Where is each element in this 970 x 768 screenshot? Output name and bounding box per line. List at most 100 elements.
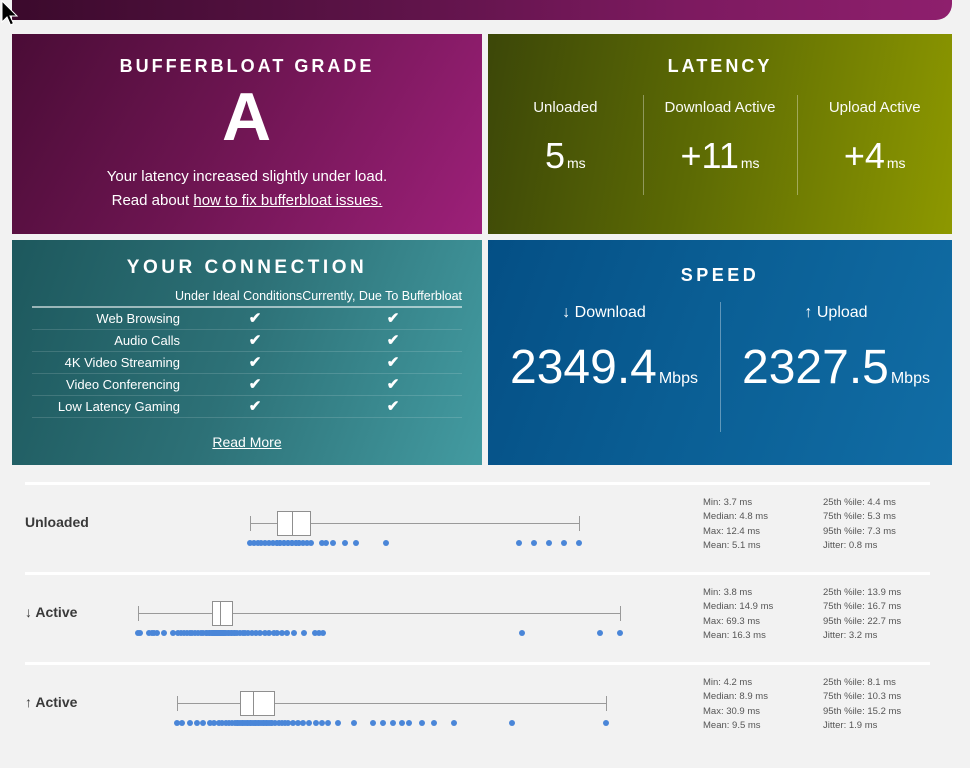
- stats-col-left: Min: 4.2 ms Median: 8.9 ms Max: 30.9 ms Mea…: [703, 676, 823, 733]
- speed-card: SPEED ↓ Download 2349.4 Mbps ↑ Upload 232…: [488, 240, 952, 465]
- check-icon: ✔: [386, 310, 400, 327]
- connection-row-ideal: ✔: [186, 311, 324, 326]
- latency-unloaded-number: 5: [544, 135, 566, 176]
- latency-row: ↑ Active Min: 4.2 ms Median: 8.9 ms Max: 30…: [0, 662, 970, 752]
- stat-item: Median: 4.8 ms: [703, 511, 768, 523]
- sample-dot: [319, 720, 325, 726]
- stat-item: Mean: 9.5 ms: [703, 719, 761, 731]
- latency-download-number: +11: [680, 135, 739, 176]
- fix-bufferbloat-link[interactable]: how to fix bufferbloat issues.: [193, 192, 382, 209]
- sample-dot: [325, 720, 332, 726]
- latency-stats: Min: 3.8 ms Median: 14.9 ms Max: 69.3 ms Me…: [703, 586, 953, 643]
- latency-unloaded-value: 5 ms: [488, 138, 643, 174]
- row-divider: [25, 482, 930, 485]
- speed-upload-number: 2327.5: [742, 341, 889, 394]
- bufferbloat-grade-card: BUFFERBLOAT GRADE A Your latency increas…: [12, 34, 482, 234]
- latency-upload-unit: ms: [886, 155, 906, 171]
- your-connection-card: YOUR CONNECTION Under Ideal Conditions C…: [12, 240, 482, 465]
- stat-item: Max: 30.9 ms: [703, 705, 761, 717]
- sample-dot: [160, 630, 167, 636]
- stats-col-left: Min: 3.7 ms Median: 4.8 ms Max: 12.4 ms Mea…: [703, 496, 823, 553]
- sample-dot: [431, 720, 438, 726]
- connection-row-name: Low Latency Gaming: [57, 399, 180, 414]
- connection-header-ideal: Under Ideal Conditions: [175, 289, 303, 303]
- sample-dot: [450, 720, 457, 726]
- speed-upload: ↑ Upload 2327.5 Mbps: [720, 302, 952, 432]
- stat-item: 75th %ile: 10.3 ms: [823, 691, 902, 703]
- latency-upload-label: Upload Active: [828, 99, 921, 116]
- connection-card-title: YOUR CONNECTION: [126, 257, 368, 278]
- stat-item: Jitter: 0.8 ms: [823, 539, 878, 551]
- stats-col-right: 25th %ile: 8.1 ms 75th %ile: 10.3 ms 95th …: [823, 676, 943, 733]
- latency-row-label: Unloaded: [25, 514, 89, 530]
- box-plot: [110, 496, 640, 562]
- interquartile-box: [276, 511, 311, 536]
- latency-upload-number: +4: [843, 135, 885, 176]
- sample-dot: [187, 720, 194, 726]
- latency-unloaded-label: Unloaded: [533, 99, 598, 116]
- stat-item: Max: 12.4 ms: [703, 525, 761, 537]
- stat-item: Jitter: 3.2 ms: [823, 629, 878, 641]
- stat-item: Min: 4.2 ms: [703, 677, 753, 688]
- stat-item: 95th %ile: 22.7 ms: [823, 615, 902, 627]
- connection-table: Under Ideal Conditions Currently, Due To…: [32, 289, 462, 418]
- sample-dot: [299, 720, 306, 726]
- grade-letter: A: [221, 79, 273, 155]
- sample-dot: [380, 720, 387, 726]
- check-icon: ✔: [248, 354, 262, 371]
- grade-read-about: Read about how to fix bufferbloat issues…: [12, 192, 482, 209]
- check-icon: ✔: [248, 310, 262, 327]
- check-icon: ✔: [386, 332, 400, 349]
- connection-row-name: Video Conferencing: [66, 377, 180, 392]
- latency-unloaded-unit: ms: [567, 155, 586, 171]
- latency-row: ↓ Active Min: 3.8 ms Median: 14.9 ms Max: 6…: [0, 572, 970, 662]
- sample-dot: [576, 540, 583, 546]
- sample-dot: [306, 720, 313, 726]
- latency-upload-active: Upload Active +4 ms: [797, 95, 952, 195]
- check-icon: ✔: [248, 332, 262, 349]
- latency-upload-value: +4 ms: [797, 138, 952, 174]
- sample-dot: [193, 720, 200, 726]
- check-icon: ✔: [386, 398, 400, 415]
- speed-download: ↓ Download 2349.4 Mbps: [488, 304, 720, 392]
- read-more-link[interactable]: Read More: [212, 434, 281, 450]
- speed-download-unit: Mbps: [658, 370, 698, 387]
- speed-card-title: SPEED: [680, 265, 760, 285]
- connection-row-ideal: ✔: [186, 399, 324, 414]
- speed-upload-value: 2327.5 Mbps: [720, 344, 952, 392]
- stat-item: 95th %ile: 15.2 ms: [823, 705, 902, 717]
- sample-dot: [370, 720, 377, 726]
- whisker-cap-max: [579, 516, 581, 531]
- stat-item: 95th %ile: 7.3 ms: [823, 525, 896, 537]
- table-row: 4K Video Streaming ✔ ✔: [32, 352, 462, 374]
- sample-dot: [137, 630, 144, 636]
- connection-row-ideal: ✔: [186, 333, 324, 348]
- sample-dot: [335, 720, 342, 726]
- check-icon: ✔: [386, 354, 400, 371]
- sample-dot: [200, 720, 207, 726]
- stat-item: Mean: 5.1 ms: [703, 539, 761, 551]
- sample-dot: [519, 630, 526, 636]
- grade-card-title: BUFFERBLOAT GRADE: [119, 56, 375, 76]
- row-divider: [25, 572, 930, 575]
- latency-download-unit: ms: [740, 155, 760, 171]
- sample-dot: [561, 540, 568, 546]
- box-plot: [110, 676, 640, 742]
- sample-dot: [596, 630, 603, 636]
- latency-row-label: ↓ Active: [25, 604, 78, 620]
- connection-rows: Web Browsing ✔ ✔ Audio Calls ✔ ✔ 4K Video Stre…: [32, 308, 462, 418]
- connection-table-header: Under Ideal Conditions Currently, Due To…: [32, 289, 462, 303]
- stat-item: Max: 69.3 ms: [703, 615, 761, 627]
- grade-message: Your latency increased slightly under lo…: [106, 167, 388, 185]
- sample-dot: [301, 630, 308, 636]
- results-cards: BUFFERBLOAT GRADE A Your latency increas…: [12, 34, 952, 465]
- speed-download-value: 2349.4 Mbps: [488, 344, 720, 392]
- sample-dot: [291, 630, 298, 636]
- sample-dot: [351, 720, 358, 726]
- whisker-cap-min: [177, 696, 179, 711]
- sample-dot: [515, 540, 522, 546]
- latency-row: Unloaded Min: 3.7 ms Median: 4.8 ms Max: 12…: [0, 482, 970, 572]
- stat-item: 25th %ile: 8.1 ms: [823, 677, 896, 688]
- sample-dot: [284, 630, 291, 636]
- whisker-line: [137, 613, 621, 614]
